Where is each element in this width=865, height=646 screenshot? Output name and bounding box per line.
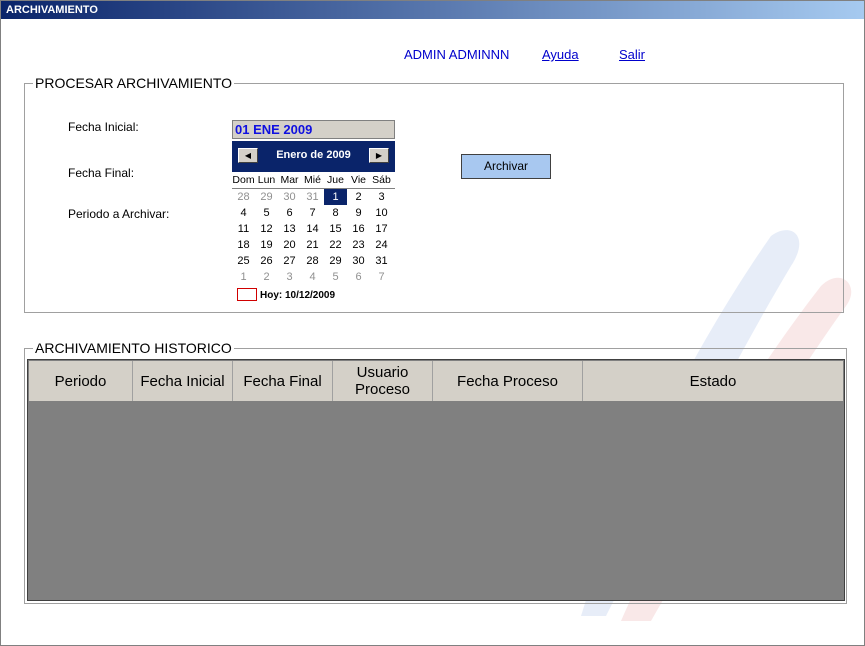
main-window: ARCHIVAMIENTO ADMIN ADMINNN Ayuda Salir … (0, 0, 865, 646)
process-fieldset: PROCESAR ARCHIVAMIENTO (24, 75, 844, 313)
calendar-day[interactable]: 4 (301, 269, 324, 285)
calendar-day[interactable]: 3 (370, 189, 393, 205)
calendar-day[interactable]: 3 (278, 269, 301, 285)
calendar-day[interactable]: 6 (347, 269, 370, 285)
weekday-divider (232, 188, 395, 189)
calendar-day[interactable]: 25 (232, 253, 255, 269)
calendar-day[interactable]: 24 (370, 237, 393, 253)
today-marker (237, 288, 257, 301)
archive-button[interactable]: Archivar (461, 154, 551, 179)
user-name: ADMIN ADMINNN (404, 47, 510, 62)
calendar-day[interactable]: 17 (370, 221, 393, 237)
calendar-day[interactable]: 16 (347, 221, 370, 237)
calendar-day[interactable]: 26 (255, 253, 278, 269)
calendar-header: ◀ Enero de 2009 ▶ (232, 141, 395, 172)
calendar-day[interactable]: 2 (255, 269, 278, 285)
column-header-periodo[interactable]: Periodo (29, 361, 133, 401)
start-date-label: Fecha Inicial: (68, 120, 139, 134)
calendar-day[interactable]: 29 (255, 189, 278, 205)
calendar-day[interactable]: 23 (347, 237, 370, 253)
weekday-header: Vie (351, 174, 366, 186)
prev-month-icon[interactable]: ◀ (238, 148, 258, 163)
calendar-day-selected[interactable]: 1 (324, 189, 347, 205)
today-label[interactable]: Hoy: 10/12/2009 (260, 290, 335, 301)
history-legend: ARCHIVAMIENTO HISTORICO (33, 340, 234, 356)
calendar-day[interactable]: 20 (278, 237, 301, 253)
column-header-estado[interactable]: Estado (583, 361, 843, 401)
calendar-day[interactable]: 8 (324, 205, 347, 221)
column-header-fecha-inicial[interactable]: Fecha Inicial (133, 361, 233, 401)
calendar-day[interactable]: 13 (278, 221, 301, 237)
process-legend: PROCESAR ARCHIVAMIENTO (33, 75, 235, 91)
calendar-day[interactable]: 2 (347, 189, 370, 205)
calendar-day[interactable]: 28 (232, 189, 255, 205)
calendar-day[interactable]: 10 (370, 205, 393, 221)
calendar-day[interactable]: 11 (232, 221, 255, 237)
weekday-header: Mié (304, 174, 321, 186)
calendar-day[interactable]: 6 (278, 205, 301, 221)
weekday-header: Lun (257, 174, 276, 186)
weekday-header: Mar (280, 174, 299, 186)
calendar-day[interactable]: 21 (301, 237, 324, 253)
calendar-day[interactable]: 5 (255, 205, 278, 221)
start-date-input[interactable]: 01 ENE 2009 (232, 120, 395, 139)
calendar-day[interactable]: 31 (301, 189, 324, 205)
calendar-day[interactable]: 27 (278, 253, 301, 269)
help-link[interactable]: Ayuda (542, 47, 579, 62)
weekday-header: Jue (327, 174, 344, 186)
calendar-day[interactable]: 7 (370, 269, 393, 285)
period-label: Periodo a Archivar: (68, 207, 170, 221)
calendar-day[interactable]: 9 (347, 205, 370, 221)
calendar-day[interactable]: 30 (278, 189, 301, 205)
end-date-label: Fecha Final: (68, 166, 135, 180)
weekday-header: Sáb (372, 174, 391, 186)
column-header-fecha-proceso[interactable]: Fecha Proceso (433, 361, 583, 401)
calendar-day[interactable]: 19 (255, 237, 278, 253)
exit-link[interactable]: Salir (619, 47, 645, 62)
column-header-fecha-final[interactable]: Fecha Final (233, 361, 333, 401)
calendar-day[interactable]: 22 (324, 237, 347, 253)
calendar-day[interactable]: 4 (232, 205, 255, 221)
calendar-day[interactable]: 31 (370, 253, 393, 269)
calendar-month-title: Enero de 2009 (276, 149, 351, 161)
next-month-icon[interactable]: ▶ (369, 148, 389, 163)
calendar-day[interactable]: 30 (347, 253, 370, 269)
calendar-day[interactable]: 7 (301, 205, 324, 221)
history-table-header: Periodo Fecha Inicial Fecha Final Usuari… (29, 361, 843, 401)
column-header-usuario-proceso[interactable]: Usuario Proceso (333, 361, 433, 401)
window-title: ARCHIVAMIENTO (1, 1, 864, 19)
calendar-day[interactable]: 14 (301, 221, 324, 237)
calendar-day[interactable]: 15 (324, 221, 347, 237)
weekday-header: Dom (232, 174, 255, 186)
calendar-day[interactable]: 12 (255, 221, 278, 237)
calendar-day[interactable]: 5 (324, 269, 347, 285)
calendar-day[interactable]: 1 (232, 269, 255, 285)
calendar-day[interactable]: 29 (324, 253, 347, 269)
calendar-day[interactable]: 18 (232, 237, 255, 253)
history-table: Periodo Fecha Inicial Fecha Final Usuari… (27, 359, 845, 601)
calendar-day[interactable]: 28 (301, 253, 324, 269)
